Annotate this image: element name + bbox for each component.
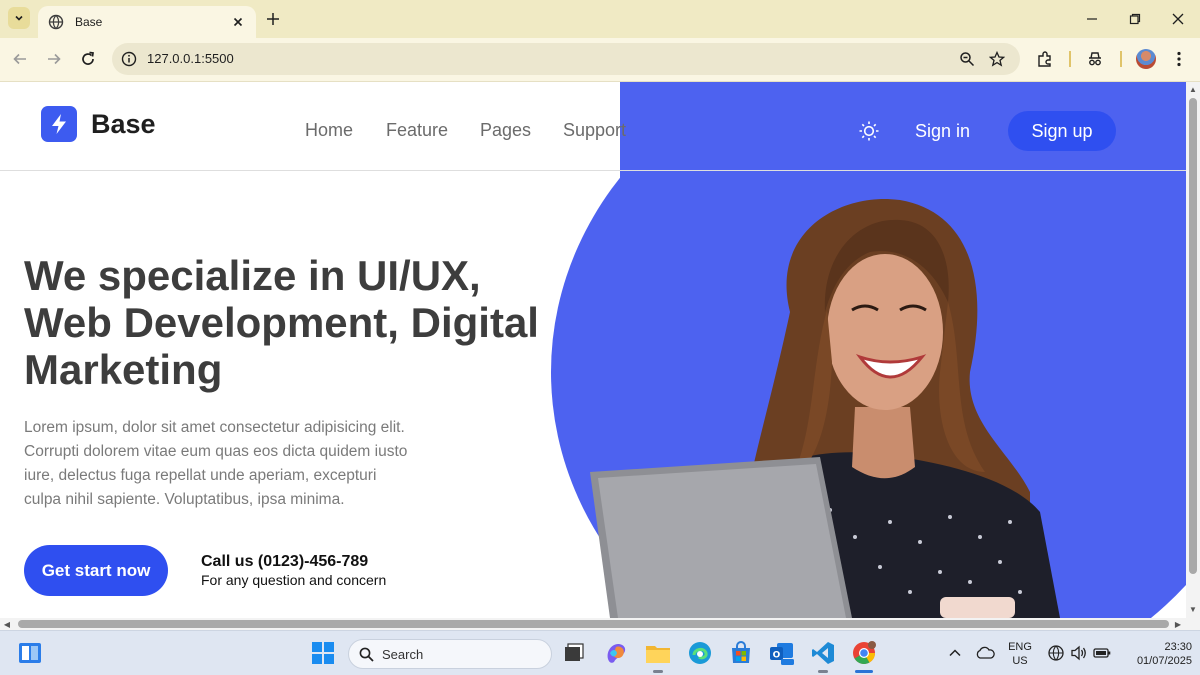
hero-photo: [590, 198, 1060, 618]
site-header: Base Home Feature Pages Support Sign in …: [0, 82, 1186, 171]
file-explorer-icon[interactable]: [645, 640, 671, 666]
clock-time: 23:30: [1164, 641, 1192, 653]
browser-toolbar: 127.0.0.1:5500: [0, 38, 1200, 82]
language-code: ENG: [1008, 641, 1032, 653]
get-started-button[interactable]: Get start now: [24, 545, 168, 596]
extensions-icon[interactable]: [1036, 50, 1054, 68]
hero-description: Lorem ipsum, dolor sit amet consectetur …: [24, 419, 408, 508]
search-icon: [359, 647, 374, 662]
windows-taskbar: Search O ENG US 23:30 01/07/2025: [0, 630, 1200, 675]
logo-mark[interactable]: [41, 106, 77, 142]
profile-avatar[interactable]: [1136, 49, 1156, 69]
browser-tab-strip: Base: [0, 0, 1200, 38]
globe-icon: [48, 14, 64, 30]
logo-text[interactable]: Base: [91, 109, 156, 140]
scroll-down-arrow-icon[interactable]: ▼: [1188, 604, 1198, 614]
back-arrow-icon[interactable]: [10, 49, 30, 69]
tab-search-button[interactable]: [8, 7, 30, 29]
nav-link-pages[interactable]: Pages: [480, 120, 531, 141]
forward-arrow-icon[interactable]: [44, 49, 64, 69]
widgets-icon[interactable]: [17, 640, 43, 666]
hero-title: We specialize in UI/UX, Web Development,…: [24, 252, 539, 393]
horizontal-scrollbar[interactable]: ◀ ▶: [0, 618, 1200, 630]
battery-icon[interactable]: [1089, 640, 1115, 666]
bookmark-star-icon[interactable]: [989, 51, 1005, 67]
copilot-icon[interactable]: [603, 640, 629, 666]
zoom-icon[interactable]: [959, 51, 975, 67]
language-indicator[interactable]: ENG US: [1004, 640, 1036, 668]
vertical-scrollbar[interactable]: ▲ ▼: [1186, 82, 1200, 618]
scroll-left-arrow-icon[interactable]: ◀: [2, 619, 12, 629]
kebab-menu-icon[interactable]: [1170, 50, 1188, 68]
close-tab-icon[interactable]: [230, 14, 246, 30]
tab-title: Base: [75, 15, 103, 29]
vertical-scrollbar-thumb[interactable]: [1189, 98, 1197, 574]
language-region: US: [1012, 655, 1028, 667]
onedrive-icon[interactable]: [972, 640, 998, 666]
task-view-icon[interactable]: [561, 640, 587, 666]
toolbar-divider: [1120, 51, 1122, 67]
close-window-icon[interactable]: [1169, 10, 1187, 28]
minimize-icon[interactable]: [1083, 10, 1101, 28]
incognito-icon[interactable]: [1086, 50, 1104, 68]
svg-text:O: O: [773, 651, 781, 661]
microsoft-store-icon[interactable]: [728, 640, 754, 666]
restore-icon[interactable]: [1126, 10, 1144, 28]
url-text[interactable]: 127.0.0.1:5500: [147, 51, 234, 66]
clock[interactable]: 23:30 01/07/2025: [1116, 640, 1192, 668]
taskbar-search-box[interactable]: Search: [348, 639, 552, 669]
sign-up-button[interactable]: Sign up: [1008, 111, 1116, 151]
call-us-subtitle: For any question and concern: [201, 572, 387, 588]
lightning-bolt-icon: [52, 114, 66, 134]
reload-icon[interactable]: [78, 49, 98, 69]
address-bar[interactable]: 127.0.0.1:5500: [112, 43, 1020, 75]
outlook-new-icon[interactable]: O: [769, 640, 795, 666]
taskbar-search-label: Search: [382, 647, 424, 662]
scroll-right-arrow-icon[interactable]: ▶: [1173, 619, 1183, 629]
theme-toggle-sun-icon[interactable]: [858, 120, 880, 142]
chrome-icon[interactable]: [851, 640, 877, 666]
nav-link-feature[interactable]: Feature: [386, 120, 448, 141]
call-us-title: Call us (0123)-456-789: [201, 553, 369, 570]
nav-link-support[interactable]: Support: [563, 120, 626, 141]
site-info-icon[interactable]: [121, 51, 137, 67]
app-active-indicator: [855, 670, 873, 673]
new-tab-icon[interactable]: [264, 10, 282, 28]
show-hidden-icons-icon[interactable]: [942, 640, 968, 666]
scroll-up-arrow-icon[interactable]: ▲: [1188, 84, 1198, 94]
toolbar-divider: [1069, 51, 1071, 67]
edge-browser-icon[interactable]: [687, 640, 713, 666]
chevron-down-icon: [15, 15, 23, 21]
browser-tab[interactable]: Base: [38, 6, 256, 38]
vscode-icon[interactable]: [810, 640, 836, 666]
sign-in-link[interactable]: Sign in: [915, 121, 970, 142]
page-viewport: Base Home Feature Pages Support Sign in …: [0, 82, 1186, 618]
clock-date: 01/07/2025: [1136, 655, 1192, 667]
horizontal-scrollbar-thumb[interactable]: [18, 620, 1169, 628]
windows-start-icon[interactable]: [310, 640, 336, 666]
app-running-indicator: [818, 670, 828, 673]
app-running-indicator: [653, 670, 663, 673]
nav-link-home[interactable]: Home: [305, 120, 353, 141]
